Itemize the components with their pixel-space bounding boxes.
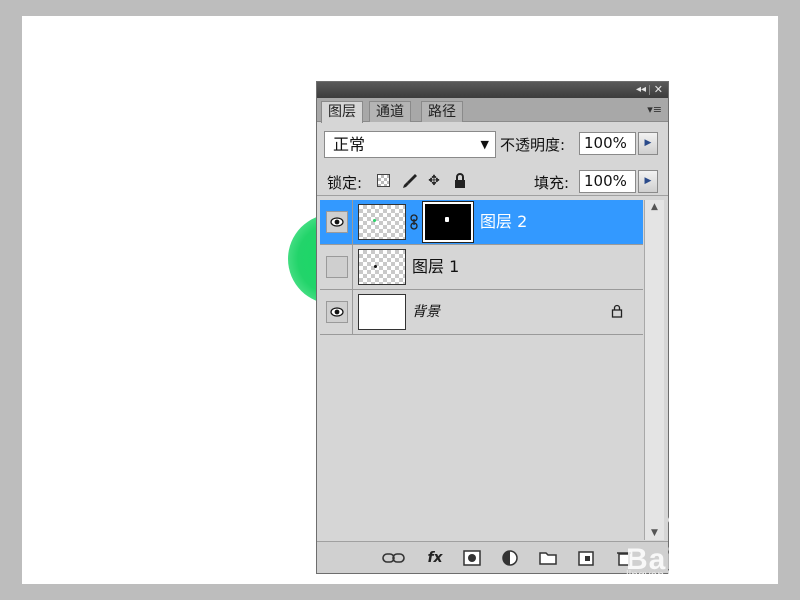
chevron-down-icon: ▼ [480,138,489,151]
scroll-down-icon[interactable]: ▼ [645,526,664,540]
lock-position-move-icon[interactable]: ✥ [425,172,443,190]
layers-panel: ◂◂ ✕ 图层 通道 路径 ▾≡ 正常 ▼ 不透明度: 100% ▶ 锁定: ✥… [316,81,669,574]
lock-icon [611,304,623,318]
collapse-icon[interactable]: ◂◂ [636,83,646,97]
link-layers-icon[interactable] [381,548,407,568]
eye-icon [330,307,344,317]
blend-mode-select[interactable]: 正常 ▼ [324,131,496,158]
layer-thumbnail [358,294,406,330]
tab-layers[interactable]: 图层 [321,101,363,123]
tab-paths[interactable]: 路径 [421,101,463,122]
visibility-toggle[interactable] [326,211,348,233]
layers-list: 图层 2 图层 1 背景 [320,200,643,540]
layer-row-layer-1[interactable]: 图层 1 [320,245,643,290]
opacity-label: 不透明度: [500,136,566,154]
add-mask-icon[interactable] [461,548,483,568]
layer-name[interactable]: 背景 [412,302,440,322]
blend-mode-value: 正常 [333,135,366,154]
eye-icon [330,217,344,227]
layer-row-layer-2[interactable]: 图层 2 [320,200,643,245]
new-group-icon[interactable] [537,548,559,568]
visibility-cell[interactable] [320,290,353,334]
visibility-toggle[interactable] [326,256,348,278]
delete-layer-icon[interactable] [613,548,635,568]
new-layer-icon[interactable] [575,548,597,568]
thumbnail-green-dot [373,219,376,222]
layer-thumbnail [358,249,406,285]
fill-input[interactable]: 100% [579,170,636,193]
panel-bottom-toolbar: fx [317,541,668,573]
mask-white-dot [445,217,449,222]
visibility-toggle[interactable] [326,301,348,323]
layer-row-background[interactable]: 背景 [320,290,643,335]
layer-name[interactable]: 图层 1 [412,257,459,277]
opacity-slider-button[interactable]: ▶ [638,132,658,155]
blend-row: 正常 ▼ 不透明度: 100% ▶ [317,129,668,159]
layer-name[interactable]: 图层 2 [480,212,527,232]
layers-scrollbar[interactable]: ▲ ▼ [644,200,664,540]
lock-transparent-icon[interactable] [377,174,390,187]
panel-menu-icon[interactable]: ▾≡ [647,103,662,117]
lock-all-icon[interactable] [451,172,469,190]
opacity-input[interactable]: 100% [579,132,636,155]
close-icon[interactable]: ✕ [654,83,663,97]
thumbnail-black-dot [374,265,377,268]
layer-mask-thumbnail[interactable] [422,201,474,243]
tab-channels[interactable]: 通道 [369,101,411,122]
visibility-cell[interactable] [320,245,353,289]
lock-row: 锁定: ✥ 填充: 100% ▶ [317,168,668,196]
mask-link-chain-icon[interactable] [410,214,418,230]
fx-icon[interactable]: fx [421,548,449,568]
fill-label: 填充: [534,174,570,192]
layer-thumbnail [358,204,406,240]
visibility-cell[interactable] [320,200,353,244]
lock-label: 锁定: [327,174,363,192]
scroll-up-icon[interactable]: ▲ [645,200,664,214]
panel-tabs: 图层 通道 路径 ▾≡ [317,98,668,123]
lock-image-brush-icon[interactable] [401,172,419,190]
fill-slider-button[interactable]: ▶ [638,170,658,193]
adjustment-layer-icon[interactable] [499,548,523,568]
titlebar-separator [649,85,650,95]
panel-titlebar: ◂◂ ✕ [317,82,668,98]
